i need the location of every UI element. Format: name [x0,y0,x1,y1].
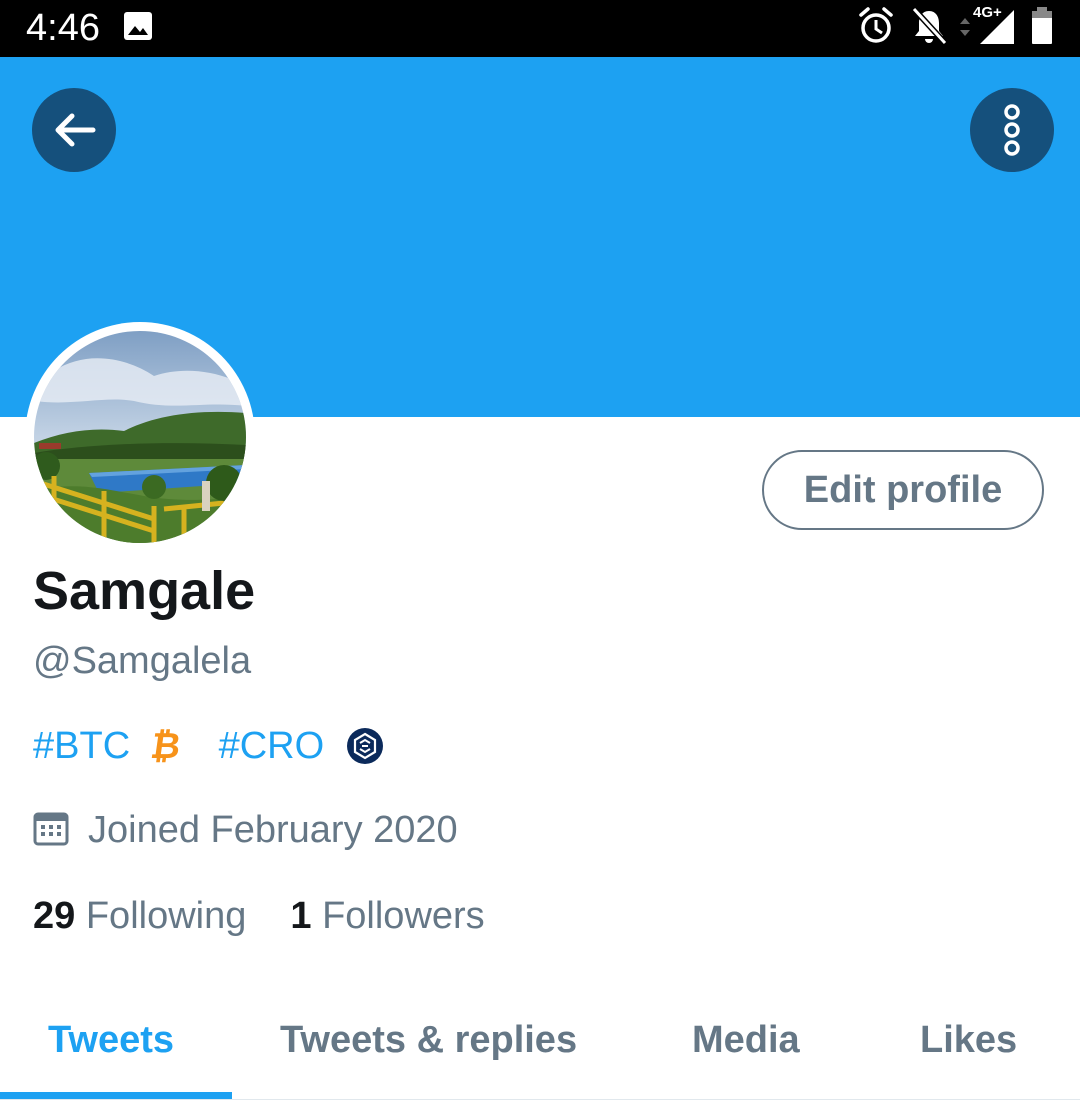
gallery-icon [124,12,152,40]
followers-count: 1 [290,895,312,937]
following-count: 29 [33,895,76,937]
follow-stats: 29 Following 1 Followers [33,892,485,940]
bio: #BTC ₿ #CRO [33,720,383,768]
join-date: Joined February 2020 [88,809,458,851]
cro-coin-icon [346,727,383,764]
data-arrows-icon [960,18,970,36]
tab-media[interactable]: Media [692,1010,800,1070]
hashtag-link-btc[interactable]: #BTC [33,725,130,767]
notifications-off-icon [911,6,948,46]
more-options-button[interactable] [970,88,1054,172]
avatar[interactable] [25,322,255,552]
bitcoin-icon: ₿ [147,724,183,766]
more-vertical-icon [1004,104,1020,156]
status-bar: 4:46 4G+ [0,0,1080,57]
display-name: Samgale [33,561,256,621]
back-button[interactable] [32,88,116,172]
hashtag-link-cro[interactable]: #CRO [219,725,325,767]
tab-tweets-and-replies[interactable]: Tweets & replies [280,1010,577,1070]
following-label: Following [85,895,247,937]
followers-link[interactable]: 1 Followers [290,895,484,937]
profile-tabs: Tweets Tweets & replies Media Likes [0,980,1080,1107]
tab-tweets[interactable]: Tweets [48,1010,174,1070]
following-link[interactable]: 29 Following [33,895,246,937]
arrow-left-icon [55,113,96,147]
followers-label: Followers [322,895,485,937]
calendar-icon [33,812,69,846]
alarm-icon [859,7,893,43]
tab-likes[interactable]: Likes [920,1010,1017,1070]
user-handle: @Samgalela [33,640,252,682]
tabs-divider [0,1099,1080,1100]
battery-icon [1032,7,1052,44]
avatar-image [34,331,246,543]
signal-icon [980,10,1014,44]
status-time: 4:46 [26,7,100,49]
edit-profile-button[interactable]: Edit profile [762,450,1044,530]
